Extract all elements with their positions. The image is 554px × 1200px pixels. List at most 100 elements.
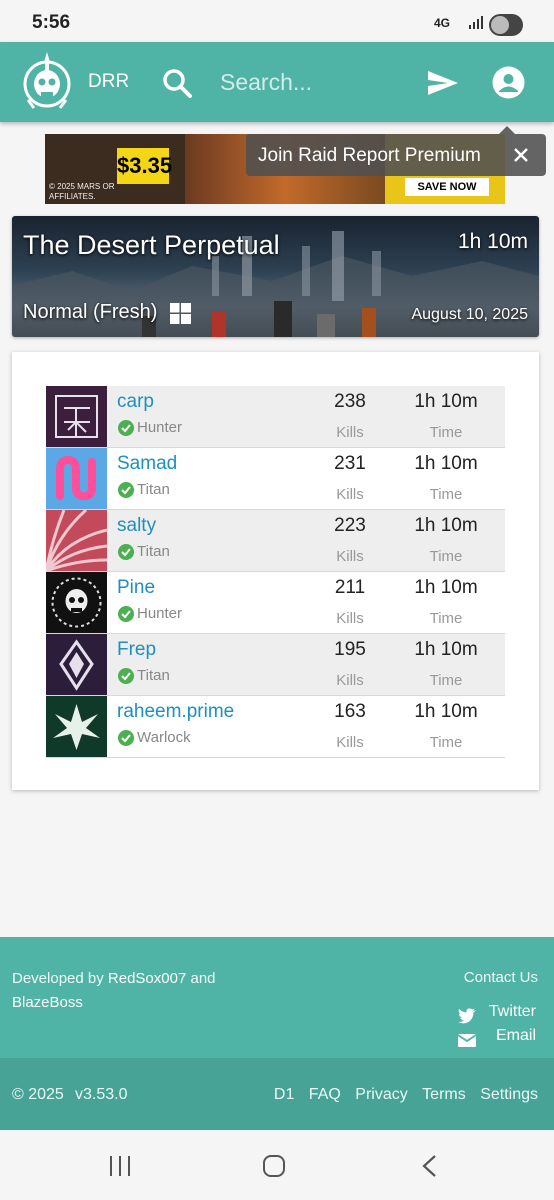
activity-banner: The Desert Perpetual 1h 10m Normal (Fres…	[12, 216, 539, 337]
battery-toggle-icon	[489, 14, 523, 36]
player-name[interactable]: carp	[117, 391, 154, 413]
activity-date: August 10, 2025	[411, 306, 528, 323]
player-time: 1h 10m	[414, 639, 478, 660]
player-row[interactable]: Frep Titan 195 Kills 1h 10m Time	[46, 634, 505, 696]
time-label: Time	[429, 672, 463, 689]
player-time: 1h 10m	[414, 391, 478, 412]
back-icon[interactable]	[420, 1154, 438, 1178]
kills-label: Kills	[336, 672, 364, 689]
kills-label: Kills	[336, 610, 364, 627]
player-row[interactable]: Pine Hunter 211 Kills 1h 10m Time	[46, 572, 505, 634]
activity-duration: 1h 10m	[457, 230, 528, 253]
account-icon[interactable]	[492, 66, 525, 99]
player-row[interactable]: raheem.prime Warlock 163 Kills 1h 10m Ti…	[46, 696, 505, 758]
player-name[interactable]: Pine	[117, 577, 155, 599]
footer-link-settings[interactable]: Settings	[480, 1086, 538, 1103]
brand-label[interactable]: DRR	[88, 71, 129, 93]
footer-links: D1 FAQ Privacy Terms Settings	[264, 1086, 538, 1104]
player-row[interactable]: salty Titan 223 Kills 1h 10m Time	[46, 510, 505, 572]
search-icon[interactable]	[161, 67, 193, 99]
network-type: 4G	[434, 16, 451, 30]
email-icon[interactable]	[458, 1032, 476, 1048]
footer-bar: © 2025 v3.53.0 D1 FAQ Privacy Terms Sett…	[0, 1058, 554, 1130]
player-kills: 195	[334, 639, 366, 660]
player-name[interactable]: raheem.prime	[117, 701, 234, 723]
footer-link-privacy[interactable]: Privacy	[355, 1086, 407, 1103]
developer-link-redsox[interactable]: RedSox007	[108, 970, 186, 987]
developer-credits: Developed by RedSox007 and BlazeBoss	[12, 967, 242, 1015]
footer-credits: Developed by RedSox007 and BlazeBoss Con…	[0, 937, 554, 1058]
player-name[interactable]: salty	[117, 515, 156, 537]
player-kills: 231	[334, 453, 366, 474]
player-emblem	[46, 510, 107, 571]
contact-heading: Contact Us	[463, 969, 538, 986]
status-time: 5:56	[32, 12, 71, 33]
player-time: 1h 10m	[414, 701, 478, 722]
and-label: and	[186, 970, 216, 987]
close-icon[interactable]	[510, 144, 532, 166]
twitter-icon[interactable]	[458, 1008, 476, 1024]
ad-disclaimer: © 2025 MARS OR AFFILIATES.	[49, 182, 115, 201]
signal-icon	[469, 16, 483, 29]
player-time: 1h 10m	[414, 577, 478, 598]
system-nav-bar	[0, 1130, 554, 1200]
search-input[interactable]	[220, 66, 410, 98]
verified-check-icon	[118, 606, 134, 622]
player-name[interactable]: Samad	[117, 453, 177, 475]
player-class: Hunter	[137, 605, 183, 622]
skull-logo-icon[interactable]	[22, 50, 72, 114]
send-icon[interactable]	[426, 67, 460, 99]
verified-check-icon	[118, 730, 134, 746]
player-emblem	[46, 696, 107, 757]
copyright: © 2025	[12, 1086, 64, 1103]
footer-link-d1[interactable]: D1	[274, 1086, 294, 1103]
tooltip-label[interactable]: Join Raid Report Premium	[258, 145, 481, 167]
developed-by-label: Developed by	[12, 970, 108, 987]
time-label: Time	[429, 548, 463, 565]
player-time: 1h 10m	[414, 453, 478, 474]
time-label: Time	[429, 610, 463, 627]
activity-title: The Desert Perpetual	[23, 230, 280, 260]
player-class: Hunter	[137, 419, 183, 436]
recent-apps-icon[interactable]	[108, 1155, 132, 1177]
players-card: carp Hunter 238 Kills 1h 10m Time Samad …	[12, 352, 539, 790]
footer-link-terms[interactable]: Terms	[422, 1086, 466, 1103]
player-emblem	[46, 634, 107, 695]
time-label: Time	[429, 734, 463, 751]
player-kills: 238	[334, 391, 366, 412]
verified-check-icon	[118, 544, 134, 560]
home-icon[interactable]	[262, 1154, 286, 1178]
tooltip-arrow	[499, 126, 515, 134]
player-kills: 163	[334, 701, 366, 722]
kills-label: Kills	[336, 424, 364, 441]
ad-price: $3.35	[117, 148, 172, 184]
player-emblem	[46, 572, 107, 633]
twitter-link[interactable]: Twitter	[489, 1003, 536, 1021]
email-link[interactable]: Email	[496, 1027, 536, 1045]
app-version: v3.53.0	[75, 1086, 128, 1103]
player-row[interactable]: carp Hunter 238 Kills 1h 10m Time	[46, 386, 505, 448]
developer-link-blazeboss[interactable]: BlazeBoss	[12, 994, 83, 1011]
player-class: Titan	[137, 543, 170, 560]
player-row[interactable]: Samad Titan 231 Kills 1h 10m Time	[46, 448, 505, 510]
verified-check-icon	[118, 420, 134, 436]
player-class: Warlock	[137, 729, 191, 746]
kills-label: Kills	[336, 548, 364, 565]
time-label: Time	[429, 486, 463, 503]
time-label: Time	[429, 424, 463, 441]
footer-link-faq[interactable]: FAQ	[309, 1086, 341, 1103]
player-emblem	[46, 448, 107, 509]
premium-tooltip[interactable]: Join Raid Report Premium	[246, 134, 546, 176]
players-list: carp Hunter 238 Kills 1h 10m Time Samad …	[46, 386, 505, 758]
player-class: Titan	[137, 667, 170, 684]
player-kills: 211	[334, 577, 366, 598]
kills-label: Kills	[336, 734, 364, 751]
app-bar: DRR	[0, 42, 554, 122]
kills-label: Kills	[336, 486, 364, 503]
player-name[interactable]: Frep	[117, 639, 156, 661]
player-emblem	[46, 386, 107, 447]
player-kills: 223	[334, 515, 366, 536]
windows-icon	[170, 303, 191, 324]
activity-mode: Normal (Fresh)	[23, 301, 158, 323]
ad-cta-button[interactable]: SAVE NOW	[405, 178, 489, 196]
